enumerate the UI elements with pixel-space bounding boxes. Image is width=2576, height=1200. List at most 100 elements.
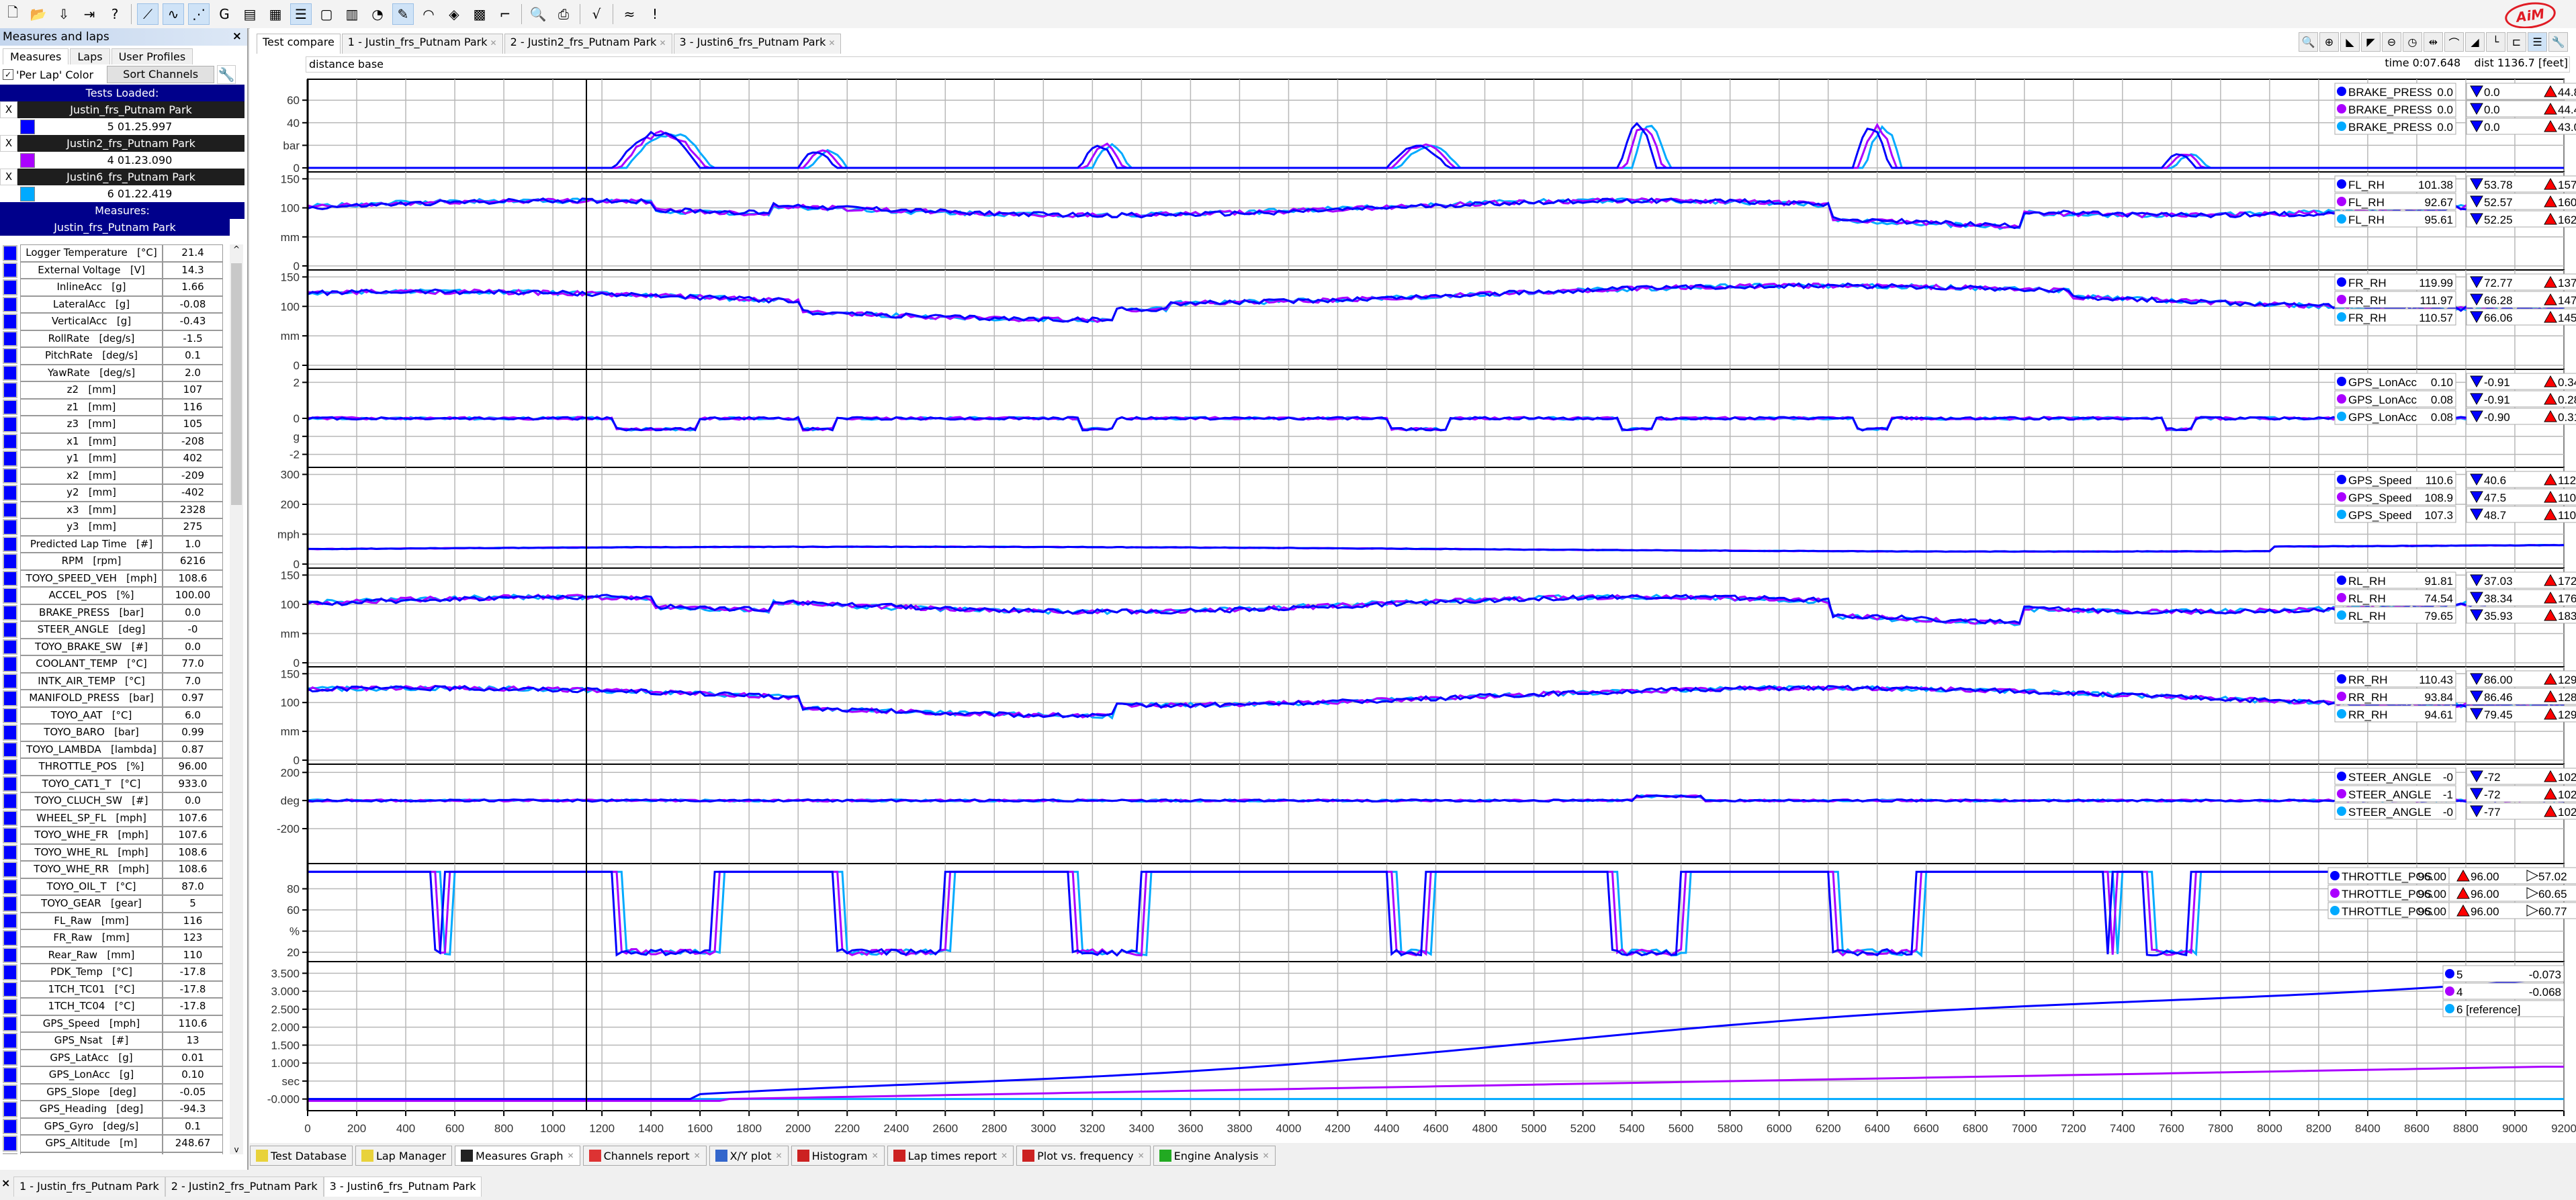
help-pdf-icon[interactable]: ?: [104, 3, 126, 25]
measure-color-swatch[interactable]: [3, 314, 17, 330]
measure-color-swatch[interactable]: [3, 1101, 17, 1117]
measure-row[interactable]: FR_Raw [mm] 123: [0, 929, 228, 947]
base-selector[interactable]: distance base: [306, 56, 2570, 73]
close-icon[interactable]: ×: [232, 30, 242, 43]
measure-color-swatch[interactable]: [3, 947, 17, 963]
measure-row[interactable]: 1TCH_TC01 [°C] -17.8: [0, 980, 228, 998]
measure-color-swatch[interactable]: [3, 279, 17, 295]
measure-row[interactable]: LateralAcc [g] -0.08: [0, 295, 228, 313]
distance-icon[interactable]: ⇹: [2424, 32, 2443, 52]
measure-color-swatch[interactable]: [3, 656, 17, 672]
measure-color-swatch[interactable]: [3, 330, 17, 347]
measure-row[interactable]: y3 [mm] 275: [0, 518, 228, 536]
open-folder-icon[interactable]: 📂: [28, 3, 49, 25]
measure-color-swatch[interactable]: [3, 827, 17, 843]
measure-color-swatch[interactable]: [3, 639, 17, 655]
doc-tab[interactable]: 3 - Justin6_frs_Putnam Park ✕: [673, 34, 842, 54]
remove-test-button[interactable]: X: [0, 101, 17, 118]
measure-color-swatch[interactable]: [3, 348, 17, 364]
measure-color-swatch[interactable]: [3, 1015, 17, 1031]
measure-color-swatch[interactable]: [3, 690, 17, 706]
measure-color-swatch[interactable]: [3, 810, 17, 826]
measure-row[interactable]: PDK_Temp [°C] -17.8: [0, 964, 228, 981]
close-tab-icon[interactable]: ✕: [568, 1151, 574, 1160]
measure-row[interactable]: InlineAcc [g] 1.66: [0, 279, 228, 296]
measure-color-swatch[interactable]: [3, 553, 17, 569]
report-icon[interactable]: ▦: [265, 3, 286, 25]
test-tab[interactable]: 3 - Justin6_frs_Putnam Park: [323, 1176, 482, 1197]
measure-row[interactable]: External Voltage [V] 14.3: [0, 261, 228, 279]
measure-row[interactable]: TOYO_BRAKE_SW [#] 0.0: [0, 638, 228, 655]
import-icon[interactable]: ⇥: [79, 3, 100, 25]
doc-tab[interactable]: Test compare: [257, 34, 341, 54]
close-tab-icon[interactable]: ✕: [1138, 1151, 1145, 1160]
measure-color-swatch[interactable]: [3, 896, 17, 912]
bottom-tab[interactable]: Lap Manager: [355, 1146, 453, 1166]
measure-color-swatch[interactable]: [3, 296, 17, 312]
lap-row[interactable]: 4 01.23.090: [0, 152, 245, 169]
test-tab[interactable]: 2 - Justin2_frs_Putnam Park: [165, 1176, 324, 1197]
measure-row[interactable]: GPS_Slope [deg] -0.05: [0, 1083, 228, 1101]
bottom-tab[interactable]: Channels report ✕: [582, 1146, 707, 1166]
measure-row[interactable]: COOLANT_TEMP [°C] 77.0: [0, 655, 228, 673]
measure-row[interactable]: GPS_LatAcc [g] 0.01: [0, 1049, 228, 1066]
measure-row[interactable]: Logger Temperature [°C] 21.4: [0, 244, 228, 262]
zoom-out-icon[interactable]: ⊖: [2382, 32, 2401, 52]
measure-row[interactable]: TOYO_CAT1_T [°C] 933.0: [0, 775, 228, 792]
tab-user-profiles[interactable]: User Profiles: [111, 48, 193, 64]
close-tab-icon[interactable]: ✕: [1262, 1151, 1269, 1160]
measure-color-swatch[interactable]: [3, 930, 17, 946]
measure-row[interactable]: 1TCH_TC04 [°C] -17.8: [0, 998, 228, 1015]
measure-color-swatch[interactable]: [3, 793, 17, 809]
measures-graph-plot[interactable]: 6040bar00.044.83.7BRAKE_PRESS0.00.044.42…: [250, 71, 2576, 1143]
measure-row[interactable]: GPS_Nsat [#] 13: [0, 1032, 228, 1050]
measure-row[interactable]: TOYO_BARO [bar] 0.99: [0, 724, 228, 741]
zoom-in-icon[interactable]: ⊕: [2319, 32, 2339, 52]
measure-row[interactable]: z1 [mm] 116: [0, 398, 228, 416]
scroll-up-icon[interactable]: ^: [230, 244, 243, 254]
close-tab-icon[interactable]: ✕: [872, 1151, 879, 1160]
measure-color-swatch[interactable]: [3, 365, 17, 381]
measure-row[interactable]: FL_Raw [mm] 116: [0, 912, 228, 929]
measure-color-swatch[interactable]: [3, 451, 17, 467]
measure-color-swatch[interactable]: [3, 245, 17, 261]
alarm-icon[interactable]: !: [644, 3, 666, 25]
measure-row[interactable]: TOYO_WHE_RR [mph] 108.6: [0, 861, 228, 878]
histogram-icon[interactable]: ▤: [239, 3, 261, 25]
measure-row[interactable]: z2 [mm] 107: [0, 381, 228, 399]
measure-row[interactable]: GPS_PosAccuracy [#]1.000: [0, 1152, 228, 1154]
measure-color-swatch[interactable]: [3, 844, 17, 860]
track-icon[interactable]: ⌒: [2444, 32, 2464, 52]
measure-color-swatch[interactable]: [3, 588, 17, 604]
measure-color-swatch[interactable]: [3, 725, 17, 741]
measure-row[interactable]: TOYO_WHE_RL [mph] 108.6: [0, 843, 228, 861]
bottom-tab[interactable]: Engine Analysis ✕: [1153, 1146, 1276, 1166]
close-tab-icon[interactable]: ✕: [694, 1151, 701, 1160]
measure-row[interactable]: MANIFOLD_PRESS [bar] 0.97: [0, 690, 228, 707]
per-lap-color-checkbox[interactable]: ✓: [3, 69, 13, 80]
measure-color-swatch[interactable]: [3, 1067, 17, 1083]
zoom-2d-icon[interactable]: 🔍: [2299, 32, 2318, 52]
measure-color-swatch[interactable]: [3, 1033, 17, 1049]
measure-color-swatch[interactable]: [3, 502, 17, 518]
measure-color-swatch[interactable]: [3, 467, 17, 483]
measure-row[interactable]: z3 [mm] 105: [0, 416, 228, 433]
pen-icon[interactable]: ✎: [392, 3, 414, 25]
wrench-icon[interactable]: 🔧: [217, 65, 236, 84]
close-tab-icon[interactable]: ✕: [1001, 1151, 1008, 1160]
doc-tab[interactable]: 2 - Justin2_frs_Putnam Park ✕: [504, 34, 672, 54]
measure-color-swatch[interactable]: [3, 981, 17, 997]
plot-freq-icon[interactable]: ∿: [163, 3, 184, 25]
measure-row[interactable]: TOYO_CLUCH_SW [#] 0.0: [0, 792, 228, 810]
measure-color-swatch[interactable]: [3, 262, 17, 278]
lap-color-swatch[interactable]: [20, 186, 35, 201]
car-icon[interactable]: ⌐: [494, 3, 516, 25]
lap-row[interactable]: 6 01.22.419: [0, 185, 245, 202]
measure-color-swatch[interactable]: [3, 485, 17, 501]
measure-color-swatch[interactable]: [3, 964, 17, 980]
bottom-tab[interactable]: Lap times report ✕: [887, 1146, 1014, 1166]
measure-row[interactable]: TOYO_WHE_FR [mph] 107.6: [0, 827, 228, 844]
track-icon[interactable]: ◠: [418, 3, 439, 25]
close-icon[interactable]: ×: [1, 1176, 10, 1189]
measure-row[interactable]: GPS_LonAcc [g] 0.10: [0, 1066, 228, 1084]
